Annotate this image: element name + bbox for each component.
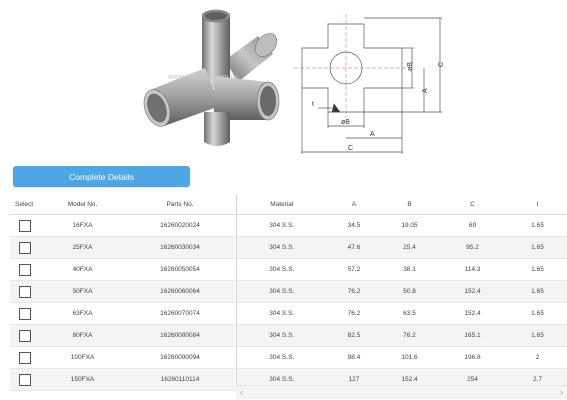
header-t: t	[536, 200, 539, 208]
table-row: 304 S.S. 76.2 63.5 152.4 1.65	[236, 303, 567, 325]
table-row: 80FXA 16260080084	[10, 324, 235, 347]
label-t: t	[312, 101, 314, 108]
t-cell: 1.65	[531, 222, 544, 229]
select-checkbox[interactable]	[19, 241, 31, 254]
c-cell: 95.2	[466, 244, 479, 251]
header-b: B	[407, 200, 412, 208]
material-cell: 304 S.S.	[269, 266, 295, 273]
table-row: 304 S.S. 34.5 19.05 69 1.65	[236, 215, 567, 237]
parts-no-cell: 16260050054	[160, 266, 200, 273]
select-checkbox[interactable]	[19, 285, 31, 298]
table-header-row: Select Model No. Parts No.	[10, 194, 235, 215]
label-a-bottom: A	[370, 131, 375, 138]
parts-no-cell: 16260090094	[160, 354, 200, 361]
c-cell: 165.1	[464, 332, 481, 339]
header-model-no: Model No.	[67, 200, 98, 208]
table-row: 304 S.S. 76.2 50.8 152.4 1.65	[236, 280, 567, 303]
table-row: 40FXA 16260050054	[10, 259, 235, 281]
header-material: Material	[270, 200, 294, 208]
header-parts-no: Parts No.	[166, 200, 194, 208]
c-cell: 196.8	[464, 354, 481, 361]
table-row: 25FXA 16260030034	[10, 236, 235, 259]
material-cell: 304 S.S.	[269, 354, 295, 361]
a-cell: 47.6	[347, 244, 361, 251]
b-cell: 38.1	[403, 266, 416, 273]
select-checkbox[interactable]	[19, 373, 31, 386]
horizontal-scrollbar[interactable]: ‹ ›	[236, 385, 567, 399]
b-cell: 25.4	[403, 244, 416, 251]
watermark-text: www.hwa-kai.com.tw	[168, 74, 239, 81]
table-row: 304 S.S. 47.6 25.4 95.2 1.65	[236, 236, 567, 259]
model-no-cell: 50FXA	[72, 288, 93, 295]
t-cell: 1.65	[531, 310, 544, 317]
a-cell: 34.5	[347, 222, 361, 229]
t-cell: 1.65	[531, 332, 544, 339]
scrollable-columns-table: Material A B C t 304 S.S. 34.5 19.05 69 1.65…	[236, 194, 567, 391]
table-row: 150FXA 16260110114	[10, 368, 235, 391]
model-no-cell: 150FXA	[70, 376, 95, 383]
c-cell: 152.4	[464, 310, 481, 317]
model-no-cell: 100FXA	[70, 354, 95, 361]
label-a-right: A	[422, 88, 429, 93]
table-header-row: Material A B C t	[236, 194, 567, 215]
model-no-cell: 16FXA	[72, 222, 93, 229]
technical-drawing: øB A C t øB A C	[294, 14, 445, 154]
label-c-right: C	[438, 62, 445, 67]
parts-no-cell: 16260070074	[160, 310, 200, 317]
parts-no-cell: 16260080084	[160, 332, 200, 339]
header-select: Select	[15, 200, 34, 208]
material-cell: 304 S.S.	[269, 222, 295, 229]
material-cell: 304 S.S.	[269, 244, 295, 251]
model-no-cell: 40FXA	[72, 266, 93, 273]
b-cell: 50.8	[403, 288, 416, 295]
b-cell: 19.05	[401, 222, 418, 229]
model-no-cell: 25FXA	[72, 244, 93, 251]
b-cell: 101.6	[401, 354, 418, 361]
model-no-cell: 80FXA	[72, 332, 93, 339]
t-cell: 1.65	[531, 266, 544, 273]
header-a: A	[351, 200, 357, 208]
a-cell: 57.2	[347, 266, 361, 273]
scroll-left-arrow-icon[interactable]: ‹	[240, 387, 243, 397]
fixed-columns-table: Select Model No. Parts No. 16FXA 16260020…	[10, 194, 235, 391]
parts-no-cell: 16260110114	[160, 376, 200, 383]
material-cell: 304 S.S.	[269, 288, 295, 295]
complete-details-button[interactable]: Complete Details	[13, 166, 190, 187]
select-checkbox[interactable]	[19, 263, 31, 276]
parts-no-cell: 16260020024	[160, 222, 200, 229]
label-c-bottom: C	[348, 145, 353, 152]
label-phi-b-top: øB	[407, 62, 414, 71]
material-cell: 304 S.S.	[269, 310, 295, 317]
a-cell: 82.5	[347, 332, 361, 339]
table-row: 63FXA 16260070074	[10, 303, 235, 325]
parts-no-cell: 16260060064	[160, 288, 200, 295]
c-cell: 152.4	[464, 288, 481, 295]
parts-no-cell: 16260030034	[160, 244, 200, 251]
select-checkbox[interactable]	[19, 351, 31, 364]
scroll-right-arrow-icon[interactable]: ›	[560, 387, 563, 397]
model-no-cell: 63FXA	[72, 310, 93, 317]
label-phi-b-bottom: øB	[341, 119, 350, 126]
t-cell: 1.65	[531, 244, 544, 251]
a-cell: 76.2	[347, 310, 361, 317]
select-checkbox[interactable]	[19, 329, 31, 342]
t-cell: 2	[535, 354, 540, 361]
table-row: 100FXA 16260090094	[10, 347, 235, 369]
header-c: C	[470, 200, 475, 208]
c-cell: 69	[468, 222, 477, 229]
table-row: 304 S.S. 82.5 76.2 165.1 1.65	[236, 324, 567, 347]
table-row: 304 S.S. 98.4 101.6 196.8 2	[236, 347, 567, 369]
material-cell: 304 S.S.	[269, 332, 295, 339]
table-row: 304 S.S. 57.2 38.1 114.3 1.65	[236, 259, 567, 281]
b-cell: 63.5	[403, 310, 416, 317]
c-cell: 114.3	[464, 266, 481, 273]
a-cell: 98.4	[347, 354, 361, 361]
select-checkbox[interactable]	[19, 219, 31, 232]
b-cell: 76.2	[403, 332, 416, 339]
a-cell: 76.2	[347, 288, 361, 295]
table-row: 16FXA 16260020024	[10, 215, 235, 237]
table-row: 50FXA 16260060064	[10, 280, 235, 303]
t-cell: 1.65	[531, 288, 544, 295]
select-checkbox[interactable]	[19, 307, 31, 320]
